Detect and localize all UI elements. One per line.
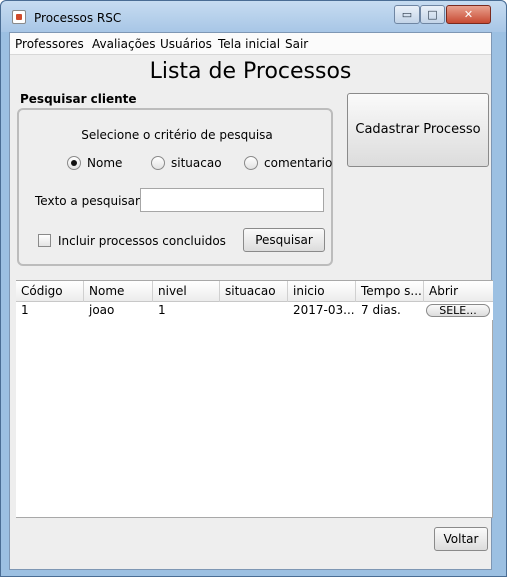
menu-sair[interactable]: Sair [285, 37, 308, 51]
maximize-button[interactable]: □ [420, 5, 445, 24]
include-concluded-label[interactable]: Incluir processos concluidos [58, 234, 226, 248]
table-row[interactable]: 1 joao 1 2017-03... 7 dias. SELE... [16, 302, 493, 320]
column-situacao[interactable]: situacao [220, 281, 288, 302]
java-app-icon [12, 10, 26, 24]
radio-nome[interactable] [67, 156, 81, 170]
select-row-button[interactable]: SELE... [426, 304, 490, 317]
radio-situacao[interactable] [151, 156, 165, 170]
window-content: Professores Avaliações Usuários Tela ini… [9, 32, 493, 570]
radio-comentario[interactable] [244, 156, 258, 170]
search-panel: Selecione o critério de pesquisa Nome si… [17, 108, 333, 266]
column-inicio[interactable]: inicio [288, 281, 356, 302]
close-button[interactable]: ✕ [446, 5, 491, 24]
column-codigo[interactable]: Código [16, 281, 84, 302]
column-nome[interactable]: Nome [84, 281, 153, 302]
radio-comentario-label[interactable]: comentario [264, 156, 332, 170]
minimize-button[interactable]: ▭ [394, 5, 420, 24]
menu-usuarios[interactable]: Usuários [160, 37, 212, 51]
page-title: Lista de Processos [149, 59, 352, 84]
cell-situacao [220, 302, 288, 320]
table-header: Código Nome nivel situacao inicio Tempo … [16, 281, 493, 302]
include-concluded-checkbox[interactable] [38, 234, 51, 247]
radio-nome-label[interactable]: Nome [87, 156, 122, 170]
radio-situacao-label[interactable]: situacao [171, 156, 222, 170]
app-window: Processos RSC ▭ □ ✕ Professores Avaliaçõ… [0, 0, 507, 577]
register-process-button[interactable]: Cadastrar Processo [347, 93, 489, 167]
menu-professores[interactable]: Professores [15, 37, 84, 51]
cell-nivel: 1 [158, 303, 166, 317]
menu-tela-inicial[interactable]: Tela inicial [218, 37, 280, 51]
search-section-label: Pesquisar cliente [20, 92, 137, 106]
back-button[interactable]: Voltar [434, 527, 488, 551]
menu-bar: Professores Avaliações Usuários Tela ini… [10, 33, 491, 55]
title-bar[interactable]: Processos RSC ▭ □ ✕ [1, 1, 506, 32]
menu-avaliacoes[interactable]: Avaliações [92, 37, 156, 51]
column-tempo[interactable]: Tempo s... [356, 281, 424, 302]
search-button[interactable]: Pesquisar [243, 228, 325, 252]
search-text-label: Texto a pesquisar [35, 194, 140, 208]
cell-nome: joao [89, 303, 115, 317]
column-nivel[interactable]: nivel [153, 281, 220, 302]
cell-codigo: 1 [21, 303, 29, 317]
window-title: Processos RSC [34, 11, 122, 25]
cell-tempo: 7 dias. [361, 303, 401, 317]
cell-inicio: 2017-03... [293, 303, 355, 317]
search-input[interactable] [140, 188, 324, 212]
column-abrir[interactable]: Abrir [424, 281, 493, 302]
criteria-label: Selecione o critério de pesquisa [81, 128, 273, 142]
process-table: Código Nome nivel situacao inicio Tempo … [16, 280, 493, 518]
